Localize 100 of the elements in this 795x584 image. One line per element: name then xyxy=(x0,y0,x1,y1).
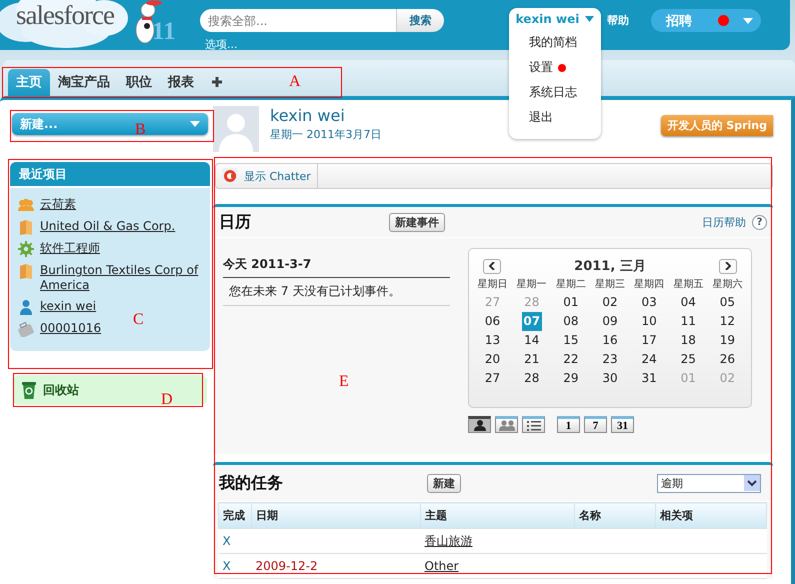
calendar-view-button[interactable]: 1 xyxy=(557,416,580,433)
menu-item[interactable]: 设置 xyxy=(529,59,553,76)
calendar-day[interactable]: 05 xyxy=(717,293,738,312)
chevron-right-icon xyxy=(725,262,731,270)
menu-item[interactable]: 退出 xyxy=(529,109,553,126)
nav-tab[interactable]: 淘宝产品 xyxy=(50,69,118,96)
section-title: 日历 xyxy=(219,212,252,232)
menu-item[interactable]: 我的简档 xyxy=(529,34,577,51)
weekday-label: 星期三 xyxy=(594,278,626,292)
column-header: 完成 xyxy=(218,502,252,528)
folder-icon xyxy=(18,263,34,279)
calendar-day[interactable]: 17 xyxy=(639,331,660,350)
complete-link[interactable]: X xyxy=(222,534,231,548)
trash-bin-icon xyxy=(21,381,37,399)
column-header: 主题 xyxy=(420,502,574,528)
column-header: 相关项 xyxy=(656,502,766,528)
recent-item-link[interactable]: 云荷素 xyxy=(40,197,76,212)
calendar-day[interactable]: 28 xyxy=(522,369,542,388)
user-name: kexin wei xyxy=(270,106,345,125)
calendar-day[interactable]: 06 xyxy=(482,312,503,331)
recent-item-link[interactable]: 软件工程师 xyxy=(40,241,100,256)
table-cell: 2009-12-2 xyxy=(256,559,318,573)
annotation-letter: D xyxy=(161,392,173,408)
previous-month-button[interactable] xyxy=(483,258,501,274)
person-view-icon xyxy=(472,419,488,432)
calendar-day[interactable]: 21 xyxy=(522,350,542,369)
weekday-label: 星期二 xyxy=(554,278,587,292)
calendar-help-link[interactable]: 日历帮助 xyxy=(702,214,746,230)
caret-icon xyxy=(190,121,200,127)
calendar-day[interactable]: 04 xyxy=(678,293,698,312)
calendar-day[interactable]: 15 xyxy=(560,331,581,350)
calendar-day[interactable]: 18 xyxy=(678,331,698,350)
calendar-day[interactable]: 01 xyxy=(560,293,581,312)
annotation-letter: B xyxy=(135,122,146,138)
weekday-label: 星期日 xyxy=(476,278,509,292)
search-button[interactable]: 搜索 xyxy=(396,9,444,32)
search-field[interactable]: 搜索全部... xyxy=(200,9,396,32)
nav-tab[interactable]: 职位 xyxy=(118,69,160,96)
show-chatter-link[interactable]: 显示 Chatter xyxy=(216,164,318,188)
calendar-day[interactable]: 03 xyxy=(639,293,660,312)
calendar-day[interactable]: 08 xyxy=(560,312,581,331)
calendar-day[interactable]: 24 xyxy=(639,350,660,369)
calendar-view-button[interactable]: 31 xyxy=(611,416,634,433)
chatter-logo-icon xyxy=(222,168,238,184)
recent-item-link[interactable]: Burlington Textiles Corp of America xyxy=(40,263,204,293)
calendar-day[interactable]: 02 xyxy=(600,293,620,312)
complete-link[interactable]: X xyxy=(222,559,231,573)
calendar-day[interactable]: 31 xyxy=(639,369,660,388)
release-number: 11 xyxy=(152,18,176,46)
menu-item[interactable]: 系统日志 xyxy=(529,84,577,101)
calendar-day[interactable]: 09 xyxy=(600,312,620,331)
recent-item-link[interactable]: United Oil & Gas Corp. xyxy=(40,219,176,234)
new-task-button[interactable]: 新建 xyxy=(427,474,461,492)
weekday-label: 星期六 xyxy=(711,278,744,292)
calendar-day[interactable]: 23 xyxy=(600,350,620,369)
task-subject-link[interactable]: 香山旅游 xyxy=(424,534,472,548)
calendar-day[interactable]: 14 xyxy=(522,331,542,350)
annotation-letter: A xyxy=(289,74,301,90)
nav-tab[interactable]: 报表 xyxy=(160,69,202,96)
calendar-day[interactable]: 26 xyxy=(717,350,738,369)
logo-wordmark: salesforce xyxy=(16,0,114,31)
people-icon xyxy=(18,197,34,213)
calendar-view-button[interactable]: 7 xyxy=(584,416,607,433)
help-icon[interactable]: ? xyxy=(752,214,767,230)
column-header: 日期 xyxy=(252,502,420,528)
calendar-day[interactable]: 30 xyxy=(600,369,620,388)
calendar-day[interactable]: 16 xyxy=(600,331,620,350)
calendar-view-button[interactable] xyxy=(468,416,491,433)
caret-icon xyxy=(743,18,753,24)
calendar-day[interactable]: 11 xyxy=(678,312,698,331)
calendar-view-button[interactable] xyxy=(522,416,545,433)
calendar-day[interactable]: 22 xyxy=(560,350,581,369)
new-event-button[interactable]: 新建事件 xyxy=(389,212,445,232)
calendar-day[interactable]: 10 xyxy=(639,312,660,331)
add-tab-icon xyxy=(212,77,222,87)
panel-title: 最近项目 xyxy=(10,162,210,186)
filter-dropdown[interactable]: 逾期 xyxy=(657,474,761,492)
next-month-button[interactable] xyxy=(719,258,737,274)
column-header: 名称 xyxy=(574,502,656,528)
task-subject-link[interactable]: Other xyxy=(424,559,459,573)
folder-icon xyxy=(18,219,34,235)
weekday-label: 星期四 xyxy=(633,278,666,292)
calendar-day[interactable]: 25 xyxy=(678,350,698,369)
people-view-icon xyxy=(498,419,514,432)
calendar-day[interactable]: 20 xyxy=(482,350,503,369)
calendar-day[interactable]: 29 xyxy=(560,369,581,388)
caret-icon xyxy=(585,16,594,22)
recent-item-link[interactable]: kexin wei xyxy=(40,299,96,314)
recent-item-link[interactable]: 00001016 xyxy=(40,321,102,336)
no-events-text: 您在未来 7 天没有已计划事件。 xyxy=(223,278,450,306)
chevron-left-icon xyxy=(489,262,495,270)
calendar-day[interactable]: 19 xyxy=(717,331,738,350)
date-text: 星期一 2011年3月7日 xyxy=(270,127,382,142)
calendar-day[interactable]: 12 xyxy=(717,312,738,331)
weekday-label: 星期五 xyxy=(672,278,704,292)
gear-icon xyxy=(18,241,34,257)
calendar-day[interactable]: 13 xyxy=(482,331,503,350)
calendar-day[interactable]: 27 xyxy=(482,369,503,388)
today-heading: 今天 2011-3-7 xyxy=(223,256,450,278)
annotation-letter: C xyxy=(133,312,144,328)
